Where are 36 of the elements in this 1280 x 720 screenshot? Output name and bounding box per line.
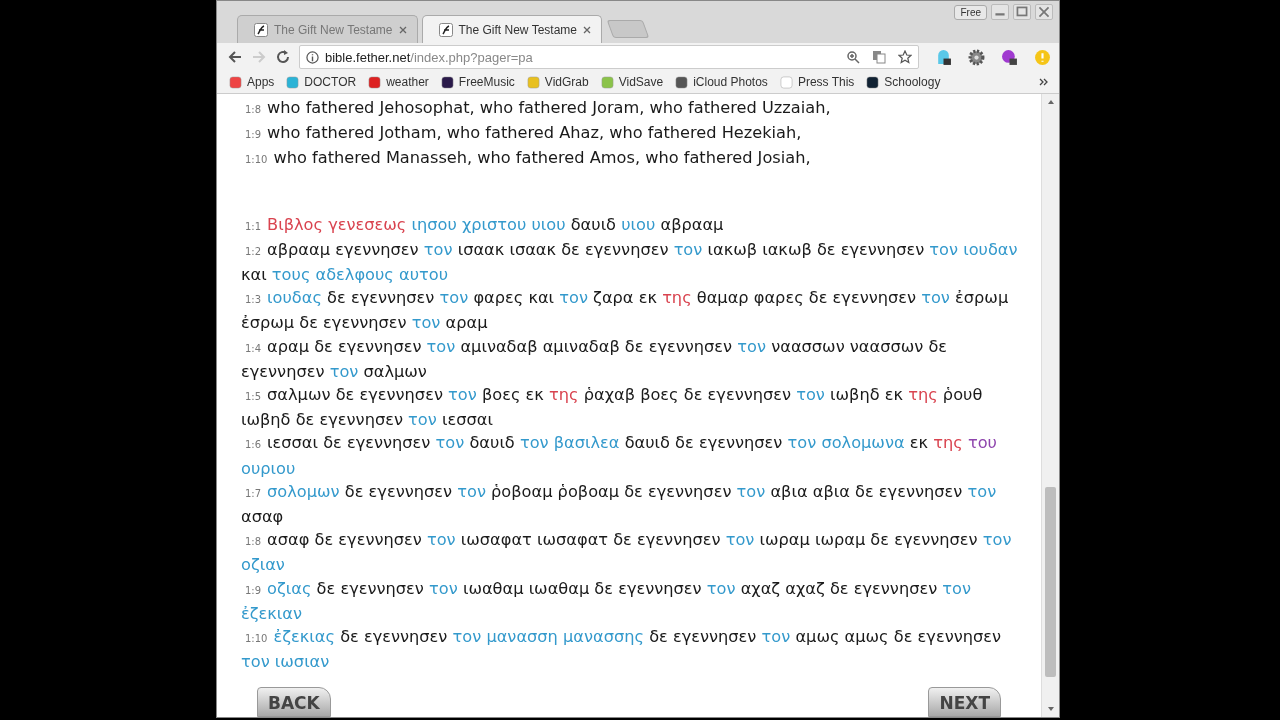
bookmark-link[interactable]: weather xyxy=(368,75,429,89)
square-icon xyxy=(286,75,300,89)
back-arrow-icon[interactable] xyxy=(227,49,243,65)
gear-icon[interactable] xyxy=(968,48,985,66)
address-bar[interactable]: bible.fether.net/index.php?pager=pa xyxy=(299,45,919,69)
reload-icon[interactable] xyxy=(275,49,291,65)
bookmark-link[interactable]: iCloud Photos xyxy=(675,75,768,89)
bookmark-link[interactable]: FreeMusic xyxy=(440,75,515,89)
scroll-thumb[interactable] xyxy=(1045,487,1056,677)
verse-text: 1:8 who fathered Jehosophat, who fathered Joram, who fathered Uzzaiah, xyxy=(244,97,832,119)
close-icon[interactable] xyxy=(1035,4,1053,20)
star-icon[interactable] xyxy=(898,50,912,64)
zoom-icon[interactable] xyxy=(846,50,860,64)
bookmark-link[interactable]: Schoology xyxy=(866,75,941,89)
browser-tab[interactable]: The Gift New Testame xyxy=(421,15,602,43)
back-button[interactable]: BACK xyxy=(257,687,331,717)
verse-text: 1:9 who fathered Jotham, who fathered Ahaz, who fathered Hezekiah, xyxy=(244,122,803,145)
close-icon[interactable] xyxy=(583,25,591,34)
bookmark-link[interactable]: Press This xyxy=(779,75,855,89)
minimize-icon[interactable] xyxy=(991,4,1009,20)
maximize-icon[interactable] xyxy=(1013,4,1031,20)
script-letter-icon xyxy=(254,22,268,37)
close-icon[interactable] xyxy=(398,25,407,34)
verse-text: 1:10 who fathered Manasseh, who fathered Amos, who fathered Josiah, xyxy=(244,147,812,170)
info-icon[interactable] xyxy=(306,50,319,64)
profile-button[interactable]: Free xyxy=(954,4,987,20)
bookmark-link[interactable]: DOCTOR xyxy=(286,75,357,89)
script-letter-icon xyxy=(438,22,453,37)
verse-text: 1:10 ἐζεκιας δε εγεννησεν τον μανασση μανασσης δε εγεννησεν τον αμως αμως δε εγεννησεν τον ιωσιαν xyxy=(241,626,1003,674)
bookmark-link[interactable]: Apps xyxy=(229,75,275,89)
bookmark-link[interactable]: VidGrab xyxy=(526,75,589,89)
chevron-icon[interactable] xyxy=(1039,77,1049,87)
scrollbar[interactable] xyxy=(1041,94,1059,717)
verse-text: 1:1 Βιβλος γενεσεως ιησου χριστου υιου δαυιδ υιου αβρααμ xyxy=(244,213,725,236)
bookmark-link[interactable]: VidSave xyxy=(600,75,664,89)
next-button[interactable]: NEXT xyxy=(928,687,1001,717)
